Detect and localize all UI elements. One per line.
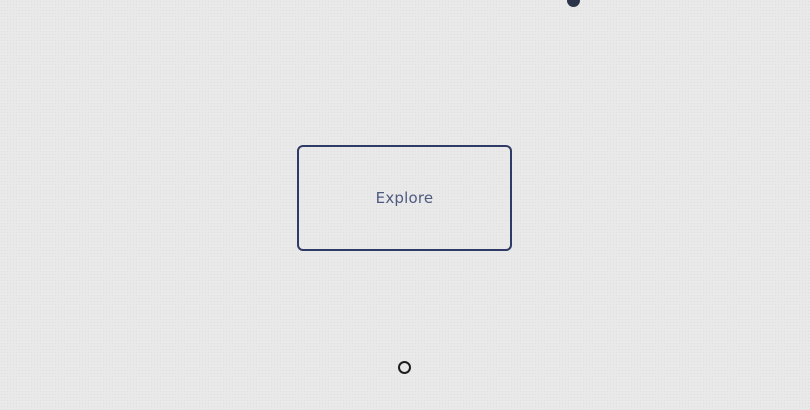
explore-button-label: Explore <box>375 189 434 207</box>
explore-button[interactable]: Explore <box>297 145 512 251</box>
page-canvas: Explore <box>0 0 810 410</box>
dot-marker-icon <box>567 0 580 7</box>
circle-marker-icon <box>398 361 411 374</box>
